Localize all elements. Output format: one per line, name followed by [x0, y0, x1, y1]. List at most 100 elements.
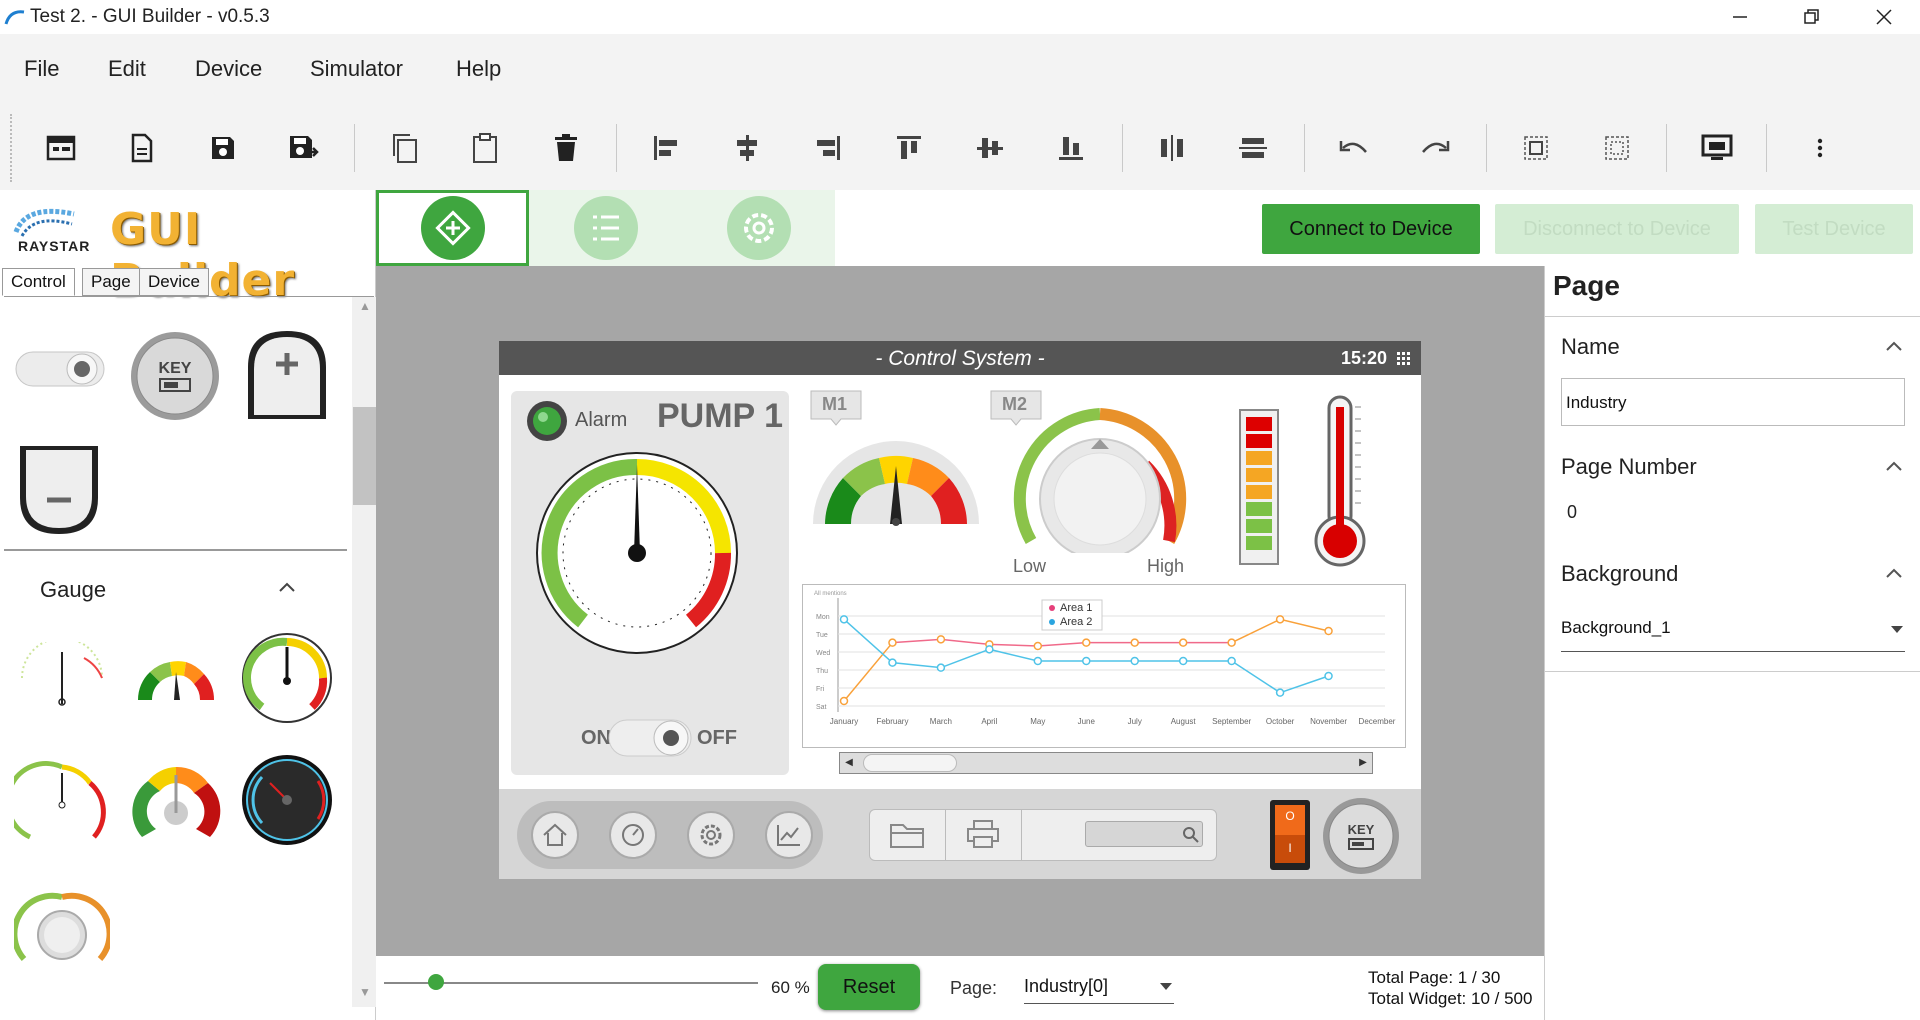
chart-data-point: [1033, 656, 1043, 666]
chart-y-tick-label: Thu: [816, 668, 828, 675]
delete-button[interactable]: [538, 120, 594, 176]
name-label: Name: [1561, 334, 1620, 359]
align-middle-button[interactable]: [962, 120, 1018, 176]
chart-scrollbar-thumb[interactable]: [863, 754, 957, 772]
m2-knob[interactable]: [1005, 403, 1195, 553]
print-button[interactable]: [965, 819, 1001, 854]
key-switch[interactable]: KEY: [1321, 796, 1401, 876]
copy-icon: [393, 134, 417, 163]
gauge-widget-dark[interactable]: [240, 753, 334, 847]
gauge-widget-thin[interactable]: [14, 642, 110, 712]
simulator-screen-button[interactable]: [1689, 120, 1745, 176]
m1-label: M1: [822, 394, 848, 414]
paste-button[interactable]: [457, 120, 513, 176]
list-icon: [573, 196, 638, 260]
decrement-button-widget[interactable]: [16, 442, 102, 538]
window-title: Test 2. - GUI Builder - v0.5.3: [30, 6, 270, 27]
preview-screen[interactable]: - Control System - 15:20 Alarm PUMP 1 O N…: [499, 341, 1421, 879]
menu-help[interactable]: Help: [456, 56, 501, 82]
tab-design[interactable]: [376, 190, 529, 266]
menu-simulator[interactable]: Simulator: [310, 56, 403, 82]
chevron-up-icon[interactable]: [278, 581, 296, 593]
scroll-right-icon[interactable]: ▶: [1353, 752, 1373, 774]
more-options-button[interactable]: [1792, 120, 1848, 176]
background-select[interactable]: Background_1: [1561, 618, 1905, 652]
total-widget-count: Total Widget: 10 / 500: [1368, 989, 1533, 1008]
menu-file[interactable]: File: [24, 56, 59, 82]
settings-nav-button[interactable]: [687, 811, 735, 859]
key-widget-label: KEY: [159, 360, 192, 377]
page-number-value: 0: [1567, 502, 1578, 522]
gauge-widget-segment[interactable]: [128, 642, 224, 712]
ungroup-button[interactable]: [1589, 120, 1645, 176]
thermometer: [1314, 395, 1366, 567]
connect-to-device-button[interactable]: Connect to Device: [1262, 204, 1480, 254]
undo-button[interactable]: [1326, 120, 1382, 176]
tab-device[interactable]: Device: [139, 268, 209, 296]
page-select[interactable]: Industry[0]: [1024, 976, 1174, 1004]
toolbar-separator: [1486, 124, 1487, 172]
scroll-up-icon[interactable]: ▲: [352, 299, 378, 319]
align-middle-icon: [977, 138, 1003, 158]
tab-page[interactable]: Page: [82, 268, 140, 296]
tab-list[interactable]: [529, 190, 682, 266]
align-bottom-button[interactable]: [1043, 120, 1099, 176]
distribute-vertical-button[interactable]: [1225, 120, 1281, 176]
increment-button-widget[interactable]: [244, 327, 330, 423]
minimize-button[interactable]: [1710, 0, 1770, 34]
chevron-up-icon[interactable]: [1885, 460, 1903, 472]
chart-nav-button[interactable]: [765, 811, 813, 859]
menu-edit[interactable]: Edit: [108, 56, 146, 82]
design-icon: [420, 196, 485, 260]
open-folder-button[interactable]: [889, 819, 925, 854]
scroll-left-icon[interactable]: ◀: [839, 752, 859, 774]
chart-data-point: [1275, 688, 1285, 697]
align-left-button[interactable]: [638, 120, 694, 176]
group-button[interactable]: [1508, 120, 1564, 176]
gear-icon: [726, 196, 791, 260]
copy-button[interactable]: [376, 120, 432, 176]
gauge-widget-arc[interactable]: [14, 757, 110, 851]
align-right-icon: [817, 136, 840, 160]
toggle-switch-widget[interactable]: [14, 342, 108, 396]
new-file-button[interactable]: [114, 120, 170, 176]
key-switch-widget[interactable]: KEY: [128, 329, 222, 423]
scroll-down-icon[interactable]: ▼: [352, 985, 378, 1005]
save-button[interactable]: [195, 120, 251, 176]
new-page-button[interactable]: [33, 120, 89, 176]
close-button[interactable]: [1854, 0, 1914, 34]
chevron-up-icon[interactable]: [1885, 567, 1903, 579]
menu-device[interactable]: Device: [195, 56, 262, 82]
align-center-button[interactable]: [719, 120, 775, 176]
chart-y-tick-label: Sat: [816, 704, 827, 711]
name-input[interactable]: Industry: [1561, 378, 1905, 426]
align-top-button[interactable]: [881, 120, 937, 176]
palette-scrollbar[interactable]: [352, 297, 378, 1007]
gauge-widget-ring[interactable]: [240, 631, 334, 725]
chart-x-tick-label: November: [1310, 717, 1347, 726]
save-as-button[interactable]: [276, 120, 332, 176]
chevron-up-icon[interactable]: [1885, 340, 1903, 352]
align-bottom-icon: [1059, 137, 1083, 160]
home-button[interactable]: [531, 811, 579, 859]
align-right-button[interactable]: [800, 120, 856, 176]
restore-icon: [1804, 9, 1819, 24]
test-device-button[interactable]: Test Device: [1755, 204, 1913, 254]
grid-menu-icon: [1397, 352, 1410, 365]
gauge-widget-colored[interactable]: [128, 757, 224, 851]
knob-widget[interactable]: [14, 887, 110, 967]
disconnect-to-device-button[interactable]: Disconnect to Device: [1495, 204, 1739, 254]
gauge-nav-button[interactable]: [609, 811, 657, 859]
pump-toggle-switch[interactable]: [607, 714, 693, 762]
reset-zoom-button[interactable]: Reset: [818, 964, 920, 1010]
toolbar-grip: [10, 114, 12, 182]
distribute-horizontal-button[interactable]: [1144, 120, 1200, 176]
scrollbar-thumb[interactable]: [353, 407, 377, 505]
restore-button[interactable]: [1782, 0, 1842, 34]
zoom-slider-thumb[interactable]: [428, 974, 445, 990]
m1-gauge: [813, 441, 979, 526]
tab-control[interactable]: Control: [2, 268, 75, 296]
level-meter: [1239, 409, 1279, 565]
tab-settings[interactable]: [682, 190, 835, 266]
redo-button[interactable]: [1407, 120, 1463, 176]
